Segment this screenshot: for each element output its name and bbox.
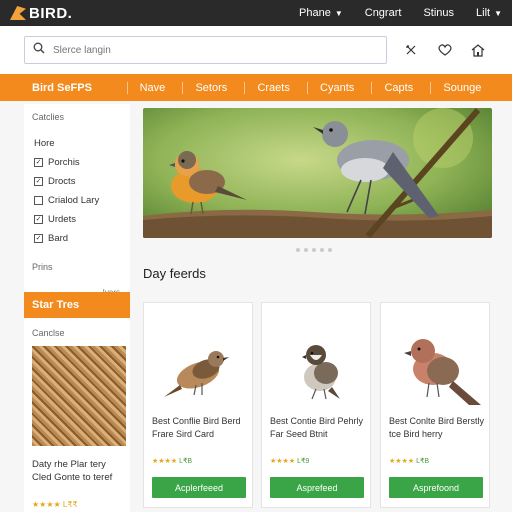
sidebar-item-urdets[interactable]: ✓ Urdets bbox=[24, 210, 130, 229]
top-nav-item-cngrart[interactable]: Cngrart bbox=[365, 7, 402, 19]
home-icon[interactable] bbox=[468, 40, 488, 60]
add-to-cart-button[interactable]: Acplerfeeed bbox=[152, 477, 246, 498]
product-rating: ★★★★ L₹B bbox=[389, 458, 430, 465]
carousel-dot[interactable] bbox=[296, 248, 300, 252]
category-menu-bar: Bird SeFPS Nave Setors Craets Cyants Cap… bbox=[0, 74, 512, 101]
star-tres-button[interactable]: Star Tres bbox=[24, 292, 130, 318]
chevron-down-icon: ▼ bbox=[494, 8, 502, 18]
menu-brand[interactable]: Bird SeFPS bbox=[0, 82, 124, 94]
sidebar-item-bard[interactable]: ✓ Bard bbox=[24, 229, 130, 248]
top-nav-item-phane[interactable]: Phane ▼ bbox=[299, 7, 343, 19]
menu-item-nave[interactable]: Nave bbox=[126, 81, 178, 94]
section-title: Day feerds bbox=[143, 266, 206, 281]
logo[interactable]: BIRD. bbox=[10, 5, 72, 22]
product-title[interactable]: Best Conflie Bird Berd Frare Sird Card bbox=[152, 415, 248, 441]
menu-item-craets[interactable]: Craets bbox=[244, 81, 301, 94]
search-box bbox=[24, 36, 388, 64]
carousel-dot[interactable] bbox=[320, 248, 324, 252]
promo-text[interactable]: Daty rhe Plar tery Cled Gonte to teref bbox=[32, 458, 128, 484]
checkbox-checked-icon[interactable]: ✓ bbox=[34, 215, 43, 224]
product-card[interactable]: Best Conlte Bird Berstly tce Bird herry … bbox=[380, 302, 490, 508]
top-nav-item-lilt[interactable]: Lilt ▼ bbox=[476, 7, 502, 19]
top-nav: Phane ▼ Cngrart Stinus Lilt ▼ bbox=[299, 7, 502, 19]
product-title[interactable]: Best Conlte Bird Berstly tce Bird herry bbox=[389, 415, 485, 441]
product-rating: ★★★★ L₹9 bbox=[270, 458, 310, 465]
sidebar: Catclies Hore ✓ Porchis ✓ Drocts Crialod L… bbox=[24, 104, 130, 512]
add-to-cart-button[interactable]: Asprefoond bbox=[389, 477, 483, 498]
sidebar-item-drocts[interactable]: ✓ Drocts bbox=[24, 172, 130, 191]
top-bar: BIRD. Phane ▼ Cngrart Stinus Lilt ▼ bbox=[0, 0, 512, 26]
product-image[interactable] bbox=[389, 325, 483, 405]
menu-item-capts[interactable]: Capts bbox=[371, 81, 425, 94]
product-title[interactable]: Best Contie Bird Pehrly Far Seed Btnit bbox=[270, 415, 366, 441]
chevron-down-icon: ▼ bbox=[334, 8, 343, 18]
seed-mix-image[interactable] bbox=[32, 346, 126, 446]
product-card[interactable]: Best Conflie Bird Berd Frare Sird Card ★… bbox=[143, 302, 253, 508]
promo-label: Canclse bbox=[32, 328, 65, 338]
search-row bbox=[0, 26, 512, 74]
carousel-dot[interactable] bbox=[304, 248, 308, 252]
product-rating: ★★★★ L₹B bbox=[152, 458, 193, 465]
top-nav-item-stinus[interactable]: Stinus bbox=[423, 7, 454, 19]
sidebar-item-porchis[interactable]: ✓ Porchis bbox=[24, 153, 130, 172]
product-image[interactable] bbox=[270, 325, 364, 405]
add-to-cart-button[interactable]: Asprefeed bbox=[270, 477, 364, 498]
search-icon bbox=[33, 41, 45, 59]
sidebar-item-crialod-lary[interactable]: Crialod Lary bbox=[24, 191, 130, 210]
logo-mark-icon bbox=[10, 6, 26, 20]
sidebar-title: Catclies bbox=[32, 112, 65, 122]
carousel-dots[interactable] bbox=[296, 248, 332, 252]
logo-text: BIRD. bbox=[29, 4, 73, 22]
carousel-dot[interactable] bbox=[312, 248, 316, 252]
checkbox-checked-icon[interactable]: ✓ bbox=[34, 158, 43, 167]
checkbox-icon[interactable] bbox=[34, 196, 43, 205]
promo-rating: ★★★★ L₹₹ bbox=[32, 500, 78, 509]
checkbox-checked-icon[interactable]: ✓ bbox=[34, 177, 43, 186]
menu-item-cyants[interactable]: Cyants bbox=[307, 81, 366, 94]
menu-item-setors[interactable]: Setors bbox=[182, 81, 239, 94]
menu-item-sounge[interactable]: Sounge bbox=[430, 81, 493, 94]
search-input[interactable] bbox=[53, 44, 353, 56]
compare-icon[interactable] bbox=[401, 40, 421, 60]
sidebar-prins-label: Prins bbox=[32, 262, 53, 272]
product-image[interactable] bbox=[152, 325, 246, 405]
carousel-dot[interactable] bbox=[328, 248, 332, 252]
product-card[interactable]: Best Contie Bird Pehrly Far Seed Btnit ★… bbox=[261, 302, 371, 508]
heart-icon[interactable] bbox=[435, 40, 455, 60]
hero-banner[interactable] bbox=[143, 108, 492, 238]
menu-items: Nave Setors Craets Cyants Capts Sounge bbox=[124, 81, 512, 94]
sidebar-item-hore[interactable]: Hore bbox=[24, 134, 130, 153]
checkbox-checked-icon[interactable]: ✓ bbox=[34, 234, 43, 243]
